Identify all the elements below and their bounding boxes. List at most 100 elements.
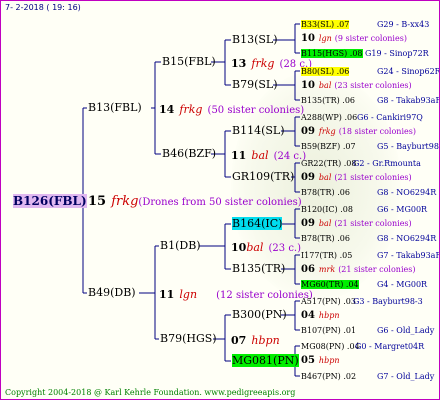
gen5-name: B115(HGS) .08: [301, 49, 363, 58]
gen5-name: B80(SL) .06: [301, 67, 350, 76]
gen5-row: A288(WP) .06 G6 - Cankiri97Q: [301, 111, 423, 124]
gen5-name: B33(SL) .07: [301, 20, 350, 29]
gen2-bottom-count: 11: [159, 288, 175, 301]
gen5-name: A517(PN) .03: [301, 297, 356, 306]
gen5-name: B78(TR) .06: [301, 234, 350, 243]
gen5-note: (21 sister colonies): [334, 173, 412, 182]
gen4-d2: MG081(PN): [232, 354, 299, 367]
gen5-row: B78(TR) .06 G8 - NO6294R: [301, 186, 436, 199]
root-note: (Drones from 50 sister colonies): [138, 197, 302, 208]
gen5-note: (23 sister colonies): [334, 81, 412, 90]
gen4-d2-label: MG081(PN): [232, 354, 299, 367]
gen5-code: G7 - Old_Lady: [377, 372, 435, 381]
gen2-top-count: 14: [159, 103, 175, 116]
gen5-row: B33(SL) .07 G29 - B-xx43: [301, 18, 429, 31]
gen5-row: B135(TR) .06 G8 - Takab93aR: [301, 94, 439, 107]
gen5-code: G8 - NO6294R: [377, 234, 437, 243]
gen5-name: B107(PN) .01: [301, 326, 357, 335]
gen5-code: G7 - Takab93aR: [377, 251, 440, 260]
gen5-row: I177(TR) .05 G7 - Takab93aR: [301, 249, 439, 262]
gen5-code: G2 - Gr.Rmounta: [353, 159, 421, 168]
gen5-note: (18 sister colonies): [338, 127, 416, 136]
gen3-a-info: 13 frkg (28 c.): [231, 55, 312, 71]
pedigree-frame: 7- 2-2018 ( 19: 16) B126(FBL) 15 frkg(Dr…: [0, 0, 440, 400]
gen5-row: B120(IC) .08 G6 - MG00R: [301, 203, 427, 216]
gen5-code: G24 - Sinop62R: [377, 67, 440, 76]
gen5-mark: mrk: [318, 265, 336, 274]
gen4-a2: B79(SL): [232, 78, 278, 91]
gen5-row: 09 bal (21 sister colonies): [301, 171, 412, 184]
root-name: B126(FBL): [13, 194, 87, 208]
gen5-name: MG08(PN) .04: [301, 342, 360, 351]
root-count: 15: [88, 194, 107, 209]
gen3-c-name: B1(DB): [160, 239, 201, 252]
gen5-name: B78(TR) .06: [301, 188, 350, 197]
gen5-name: B120(IC) .08: [301, 205, 353, 214]
gen5-name: A288(WP) .06: [301, 113, 358, 122]
gen5-code: G6 - Old_Lady: [377, 326, 435, 335]
gen5-code: G8 - NO6294R: [377, 188, 437, 197]
gen5-row: MG08(PN) .04 G0 - Margret04R: [301, 340, 424, 353]
gen5-row: 04 hbpn: [301, 309, 339, 322]
gen5-row: GR22(TR) .08 G2 - Gr.Rmounta: [301, 157, 421, 170]
copyright: Copyright 2004-2018 @ Karl Kehrle Founda…: [5, 388, 296, 397]
gen5-mark: hbpn: [318, 356, 340, 365]
gen5-code: G0 - Margret04R: [355, 342, 425, 351]
gen3-c-info: 10bal (23 c.): [231, 239, 301, 255]
gen3-a-count: 13: [231, 57, 247, 70]
gen5-name: I177(TR) .05: [301, 251, 353, 260]
gen5-code: G6 - Cankiri97Q: [357, 113, 423, 122]
gen5-mark: bal: [318, 219, 332, 228]
gen2-bottom-info: 11 lgn (12 sister colonies): [159, 286, 313, 302]
gen5-row: 09 bal (21 sister colonies): [301, 217, 412, 230]
gen5-count: 09: [301, 172, 315, 183]
gen5-code: G3 - Bayburt98-3: [353, 297, 423, 306]
root-node: B126(FBL): [13, 193, 87, 208]
gen2-bottom-name: B49(DB): [88, 286, 136, 299]
gen3-b-count: 11: [231, 149, 247, 162]
gen5-code: G4 - MG00R: [377, 280, 428, 289]
gen5-count: 09: [301, 218, 315, 229]
gen3-a-mark: frkg: [251, 57, 275, 70]
gen3-b-mark: bal: [251, 149, 269, 162]
gen5-row: 05 hbpn: [301, 354, 339, 367]
gen4-d1: B300(PN): [232, 308, 287, 321]
gen3-a-name: B15(FBL): [162, 55, 216, 68]
gen5-row: 10 bal (23 sister colonies): [301, 79, 412, 92]
gen4-b1: B114(SL): [232, 124, 285, 137]
gen5-code: G6 - MG00R: [377, 205, 428, 214]
gen3-d-count: 07: [231, 334, 247, 347]
root-info: 15 frkg(Drones from 50 sister colonies): [88, 193, 302, 209]
gen5-count: 06: [301, 264, 315, 275]
gen5-code: G29 - B-xx43: [377, 20, 430, 29]
gen3-b-name: B46(BZF): [162, 147, 217, 160]
gen4-c1-label: B164(IC): [232, 217, 283, 230]
gen5-name: B59(BZF) .07: [301, 142, 356, 151]
gen2-top-name: B13(FBL): [88, 101, 142, 114]
gen3-d-info: 07 hbpn: [231, 332, 280, 347]
gen5-count: 09: [301, 126, 315, 137]
gen5-row: A517(PN) .03 G3 - Bayburt98-3: [301, 295, 423, 308]
gen2-top-info: 14 frkg (50 sister colonies): [159, 101, 304, 117]
gen5-row: B59(BZF) .07 G5 - Bayburt98-3: [301, 140, 439, 153]
gen4-c2: B135(TR): [232, 262, 286, 275]
gen5-mark: bal: [318, 173, 332, 182]
gen5-row: B115(HGS) .08 G19 - Sinop72R: [301, 47, 429, 60]
gen4-c1: B164(IC): [232, 217, 283, 230]
gen5-name: B467(PN) .02: [301, 372, 357, 381]
gen4-a1: B13(SL): [232, 33, 278, 46]
gen5-code: G5 - Bayburt98-3: [377, 142, 440, 151]
gen5-mark: frkg: [318, 127, 336, 136]
gen5-row: B467(PN) .02 G7 - Old_Lady: [301, 370, 434, 383]
gen3-c-count: 10: [231, 241, 247, 254]
gen5-name: GR22(TR) .08: [301, 159, 357, 168]
gen5-code: G19 - Sinop72R: [365, 49, 429, 58]
gen5-mark: hbpn: [318, 311, 340, 320]
gen5-name: MG60(TR) .04: [301, 280, 359, 289]
gen5-note: (21 sister colonies): [338, 265, 416, 274]
gen2-top-note: (50 sister colonies): [207, 105, 305, 116]
gen5-row: 06 mrk (21 sister colonies): [301, 263, 415, 276]
gen2-top-mark: frkg: [179, 103, 203, 116]
gen5-mark: bal: [318, 81, 332, 90]
gen2-bottom-note: (12 sister colonies): [216, 290, 313, 301]
